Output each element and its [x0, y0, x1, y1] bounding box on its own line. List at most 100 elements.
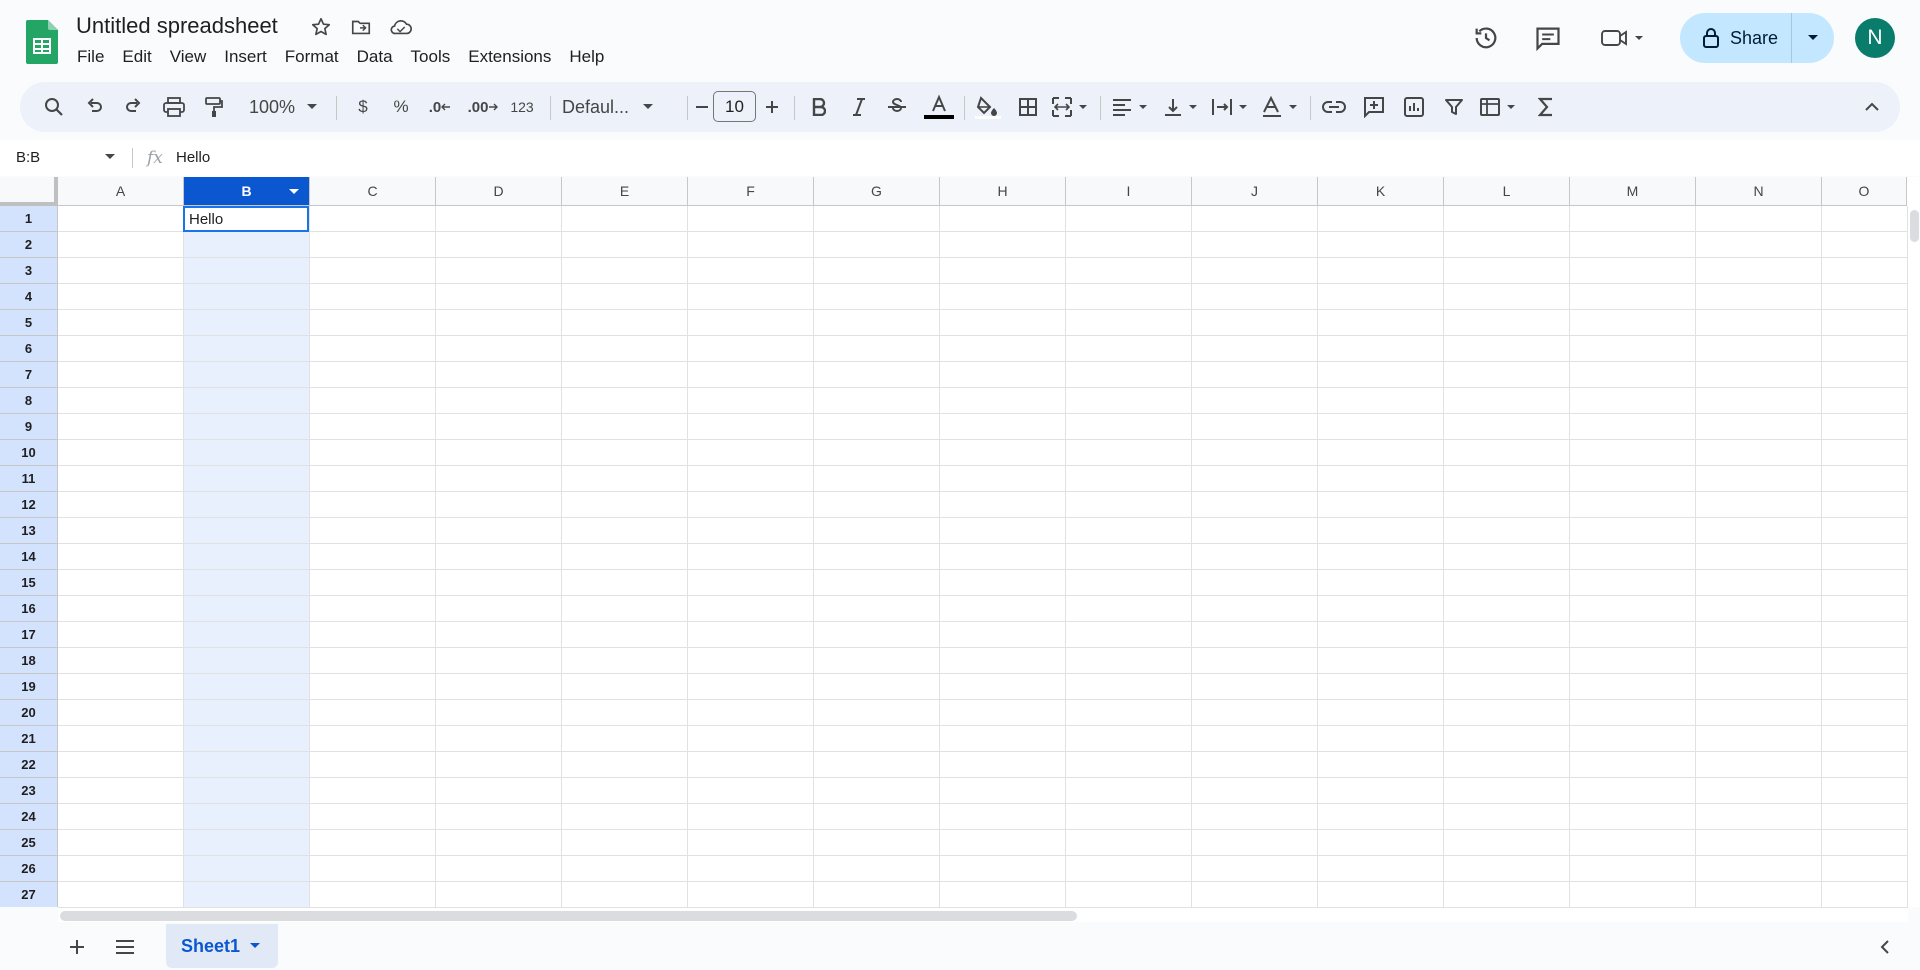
share-button[interactable]: Share: [1680, 13, 1792, 63]
decrease-decimal-button[interactable]: .0: [424, 92, 456, 122]
row-header-7[interactable]: 7: [0, 362, 58, 388]
increase-decimal-button[interactable]: .00: [464, 92, 502, 122]
column-header-n[interactable]: N: [1696, 177, 1822, 206]
version-history-icon[interactable]: [1468, 20, 1504, 56]
row-header-25[interactable]: 25: [0, 830, 58, 856]
text-wrapping-icon[interactable]: [1210, 92, 1252, 122]
menu-edit[interactable]: Edit: [113, 45, 160, 69]
menu-file[interactable]: File: [68, 45, 113, 69]
menu-view[interactable]: View: [161, 45, 216, 69]
row-header-9[interactable]: 9: [0, 414, 58, 440]
redo-icon[interactable]: [120, 92, 148, 122]
row-header-17[interactable]: 17: [0, 622, 58, 648]
column-header-m[interactable]: M: [1570, 177, 1696, 206]
row-header-26[interactable]: 26: [0, 856, 58, 882]
column-header-e[interactable]: E: [562, 177, 688, 206]
row-header-13[interactable]: 13: [0, 518, 58, 544]
sheets-logo-icon[interactable]: [26, 20, 58, 64]
borders-icon[interactable]: [1014, 92, 1042, 122]
row-header-15[interactable]: 15: [0, 570, 58, 596]
column-header-g[interactable]: G: [814, 177, 940, 206]
collapse-menus-icon[interactable]: [1858, 92, 1886, 122]
menu-data[interactable]: Data: [348, 45, 402, 69]
zoom-select[interactable]: 100%: [242, 92, 324, 122]
functions-icon[interactable]: [1532, 92, 1560, 122]
row-header-2[interactable]: 2: [0, 232, 58, 258]
comments-icon[interactable]: [1530, 20, 1566, 56]
active-cell[interactable]: Hello: [183, 206, 309, 232]
percent-format-button[interactable]: %: [388, 92, 414, 122]
row-header-21[interactable]: 21: [0, 726, 58, 752]
explore-collapse-icon[interactable]: [1870, 932, 1900, 962]
spreadsheet-grid[interactable]: A B C D E F G H I J K L M N O 1 2 3 4 5 6 7 8 9 10 11 12 13 14 15 16 17…: [0, 177, 1920, 907]
caret-down-icon[interactable]: [105, 154, 115, 160]
insert-chart-icon[interactable]: [1400, 92, 1428, 122]
filter-icon[interactable]: [1440, 92, 1468, 122]
name-box[interactable]: B:B: [16, 149, 40, 166]
horizontal-scrollbar[interactable]: [58, 907, 1908, 922]
row-header-24[interactable]: 24: [0, 804, 58, 830]
star-icon[interactable]: [308, 14, 334, 40]
select-all-corner[interactable]: [0, 177, 58, 206]
column-header-c[interactable]: C: [310, 177, 436, 206]
menu-help[interactable]: Help: [560, 45, 613, 69]
column-menu-caret-icon[interactable]: [288, 188, 300, 196]
column-header-a[interactable]: A: [58, 177, 184, 206]
column-header-o[interactable]: O: [1822, 177, 1907, 206]
row-header-27[interactable]: 27: [0, 882, 58, 907]
print-icon[interactable]: [160, 92, 188, 122]
add-sheet-icon[interactable]: [62, 932, 92, 962]
search-menus-icon[interactable]: [40, 92, 68, 122]
insert-link-icon[interactable]: [1320, 92, 1348, 122]
menu-insert[interactable]: Insert: [215, 45, 276, 69]
decrease-font-size-icon[interactable]: [690, 92, 714, 122]
share-options-button[interactable]: [1792, 13, 1834, 63]
undo-icon[interactable]: [80, 92, 108, 122]
strikethrough-icon[interactable]: [884, 92, 910, 122]
insert-comment-icon[interactable]: [1360, 92, 1388, 122]
caret-down-icon[interactable]: [250, 943, 261, 949]
column-header-h[interactable]: H: [940, 177, 1066, 206]
column-header-f[interactable]: F: [688, 177, 814, 206]
horizontal-align-icon[interactable]: [1110, 92, 1152, 122]
row-header-4[interactable]: 4: [0, 284, 58, 310]
vertical-scroll-thumb[interactable]: [1910, 210, 1919, 242]
row-header-8[interactable]: 8: [0, 388, 58, 414]
row-header-3[interactable]: 3: [0, 258, 58, 284]
filter-views-icon[interactable]: [1478, 92, 1520, 122]
row-header-12[interactable]: 12: [0, 492, 58, 518]
column-header-i[interactable]: I: [1066, 177, 1192, 206]
text-rotation-icon[interactable]: [1260, 92, 1302, 122]
paint-format-icon[interactable]: [200, 92, 228, 122]
row-header-23[interactable]: 23: [0, 778, 58, 804]
meet-icon[interactable]: [1598, 20, 1648, 56]
cloud-status-icon[interactable]: [388, 14, 414, 40]
row-header-22[interactable]: 22: [0, 752, 58, 778]
column-header-d[interactable]: D: [436, 177, 562, 206]
italic-icon[interactable]: [846, 92, 872, 122]
row-header-20[interactable]: 20: [0, 700, 58, 726]
row-header-19[interactable]: 19: [0, 674, 58, 700]
menu-format[interactable]: Format: [276, 45, 348, 69]
row-header-18[interactable]: 18: [0, 648, 58, 674]
bold-icon[interactable]: [806, 92, 832, 122]
column-header-j[interactable]: J: [1192, 177, 1318, 206]
account-avatar[interactable]: N: [1855, 18, 1895, 58]
currency-format-button[interactable]: $: [350, 92, 376, 122]
increase-font-size-icon[interactable]: [760, 92, 784, 122]
horizontal-scroll-thumb[interactable]: [60, 911, 1077, 921]
merge-cells-icon[interactable]: [1050, 92, 1090, 122]
row-header-14[interactable]: 14: [0, 544, 58, 570]
move-folder-icon[interactable]: [348, 14, 374, 40]
column-header-l[interactable]: L: [1444, 177, 1570, 206]
text-color-icon[interactable]: [924, 92, 954, 122]
column-header-k[interactable]: K: [1318, 177, 1444, 206]
row-header-6[interactable]: 6: [0, 336, 58, 362]
menu-tools[interactable]: Tools: [402, 45, 460, 69]
row-header-16[interactable]: 16: [0, 596, 58, 622]
fill-color-icon[interactable]: [974, 92, 1002, 122]
more-formats-button[interactable]: 123: [504, 92, 540, 122]
row-header-5[interactable]: 5: [0, 310, 58, 336]
font-size-input[interactable]: 10: [713, 91, 756, 122]
row-header-11[interactable]: 11: [0, 466, 58, 492]
